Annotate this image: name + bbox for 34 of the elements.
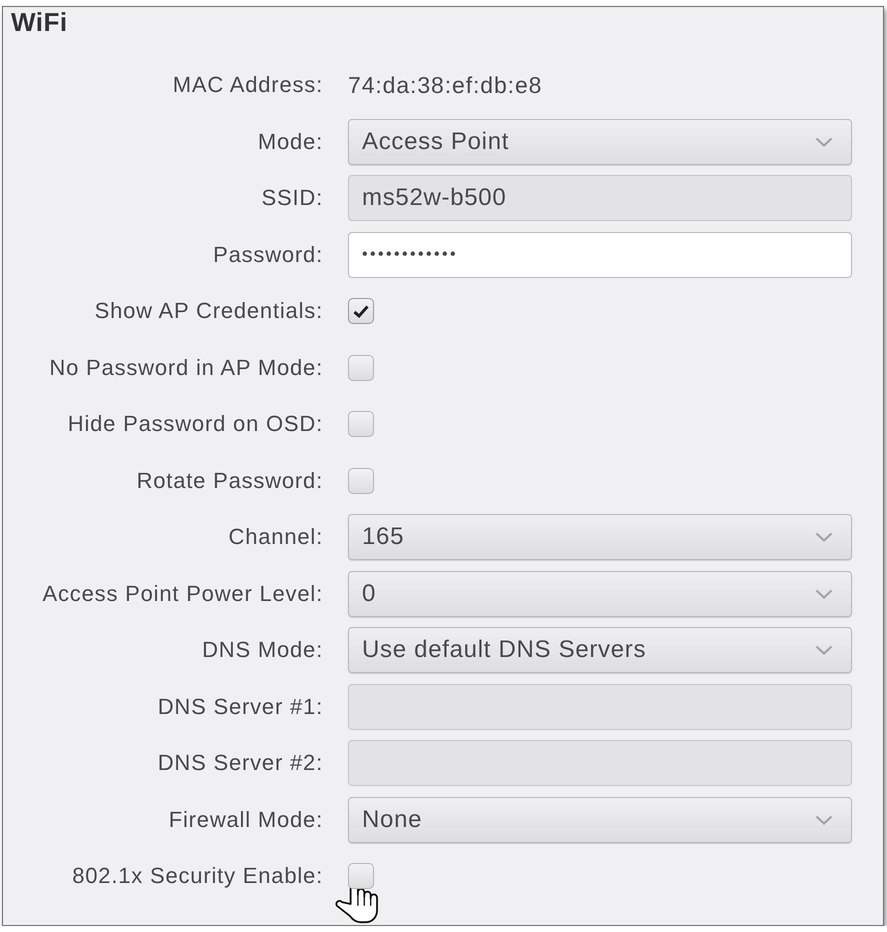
dropdown[interactable]: 165 <box>348 514 852 560</box>
field-label: Mode: <box>258 128 323 154</box>
checkbox[interactable] <box>348 863 374 889</box>
chevron-down-icon <box>815 645 833 655</box>
field-label: 802.1x Security Enable: <box>72 863 323 889</box>
checkbox[interactable] <box>348 298 374 324</box>
chevron-down-icon <box>815 588 833 598</box>
dropdown[interactable]: None <box>348 796 852 842</box>
field-label: Channel: <box>228 524 323 550</box>
panel-title: WiFi <box>11 9 68 35</box>
field-label: Hide Password on OSD: <box>68 411 323 437</box>
dropdown[interactable]: Access Point <box>348 118 852 164</box>
chevron-down-icon <box>815 532 833 542</box>
field-label: No Password in AP Mode: <box>49 354 323 380</box>
field-label: DNS Mode: <box>202 637 323 663</box>
field-label: DNS Server #2: <box>158 750 323 776</box>
field-label: DNS Server #1: <box>158 694 323 720</box>
checkbox[interactable] <box>348 411 374 437</box>
field-label: SSID: <box>262 185 323 211</box>
checkbox[interactable] <box>348 468 374 494</box>
chevron-down-icon <box>815 136 833 146</box>
field-label: Password: <box>213 242 323 268</box>
mac-address-value: 74:da:38:ef:db:e8 <box>348 72 542 98</box>
field-label: Firewall Mode: <box>168 806 323 832</box>
chevron-down-icon <box>815 814 833 824</box>
check-icon <box>353 304 369 318</box>
password-field[interactable]: •••••••••••• <box>348 232 852 278</box>
dropdown[interactable]: 0 <box>348 570 852 616</box>
dropdown[interactable]: Use default DNS Servers <box>348 627 852 673</box>
checkbox[interactable] <box>348 354 374 380</box>
field-label: Rotate Password: <box>136 468 323 494</box>
field-label: MAC Address: <box>172 72 323 98</box>
field-label: Access Point Power Level: <box>42 580 323 606</box>
field-label: Show AP Credentials: <box>94 298 323 324</box>
